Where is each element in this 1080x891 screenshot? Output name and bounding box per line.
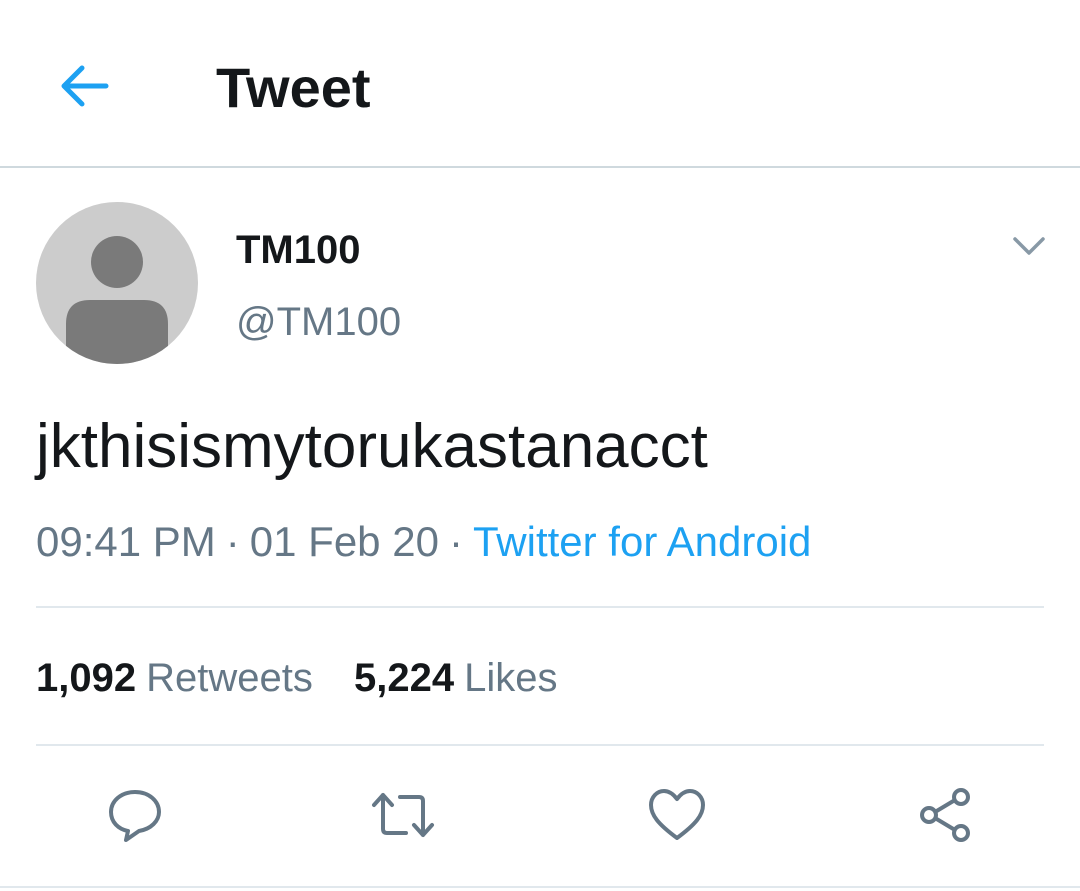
tweet-detail-screen: Tweet TM100 @TM100 jkthisismytorukastana…: [0, 0, 1080, 891]
retweets-stat[interactable]: 1,092 Retweets: [36, 652, 313, 704]
meta-separator: ·: [448, 518, 463, 565]
retweets-label: Retweets: [146, 656, 313, 700]
share-button[interactable]: [910, 780, 980, 850]
reply-button[interactable]: [100, 780, 170, 850]
back-button[interactable]: [56, 58, 112, 114]
share-icon: [920, 788, 970, 842]
tweet-meta: 09:41 PM · 01 Feb 20 · Twitter for Android: [36, 516, 811, 568]
top-app-bar: Tweet: [0, 0, 1080, 168]
tweet-source-link[interactable]: Twitter for Android: [473, 518, 811, 565]
avatar[interactable]: [36, 202, 198, 364]
likes-count: 5,224: [353, 656, 455, 700]
tweet-stats: 1,092 Retweets 5,224 Likes: [36, 652, 587, 704]
tweet-date: 01 Feb 20: [249, 518, 439, 565]
likes-label: Likes: [464, 656, 558, 700]
tweet-time: 09:41 PM: [36, 518, 216, 565]
default-avatar-icon: [66, 236, 168, 364]
tweet-text: jkthisismytorukastanacct: [36, 412, 708, 481]
divider: [36, 606, 1044, 608]
like-button[interactable]: [642, 780, 712, 850]
arrow-left-icon: [61, 65, 109, 107]
likes-stat[interactable]: 5,224 Likes: [354, 652, 558, 704]
author-handle[interactable]: @TM100: [236, 298, 401, 346]
tweet-menu-button[interactable]: [1004, 226, 1054, 266]
reply-icon: [109, 790, 161, 842]
chevron-down-icon: [1013, 237, 1045, 255]
divider: [0, 886, 1080, 888]
page-title: Tweet: [216, 56, 371, 119]
retweets-count: 1,092: [36, 656, 137, 700]
like-icon: [649, 789, 705, 840]
retweet-icon: [372, 793, 434, 837]
author-display-name[interactable]: TM100: [236, 226, 361, 274]
retweet-button[interactable]: [368, 780, 438, 850]
divider: [36, 744, 1044, 746]
meta-separator: ·: [225, 518, 240, 565]
